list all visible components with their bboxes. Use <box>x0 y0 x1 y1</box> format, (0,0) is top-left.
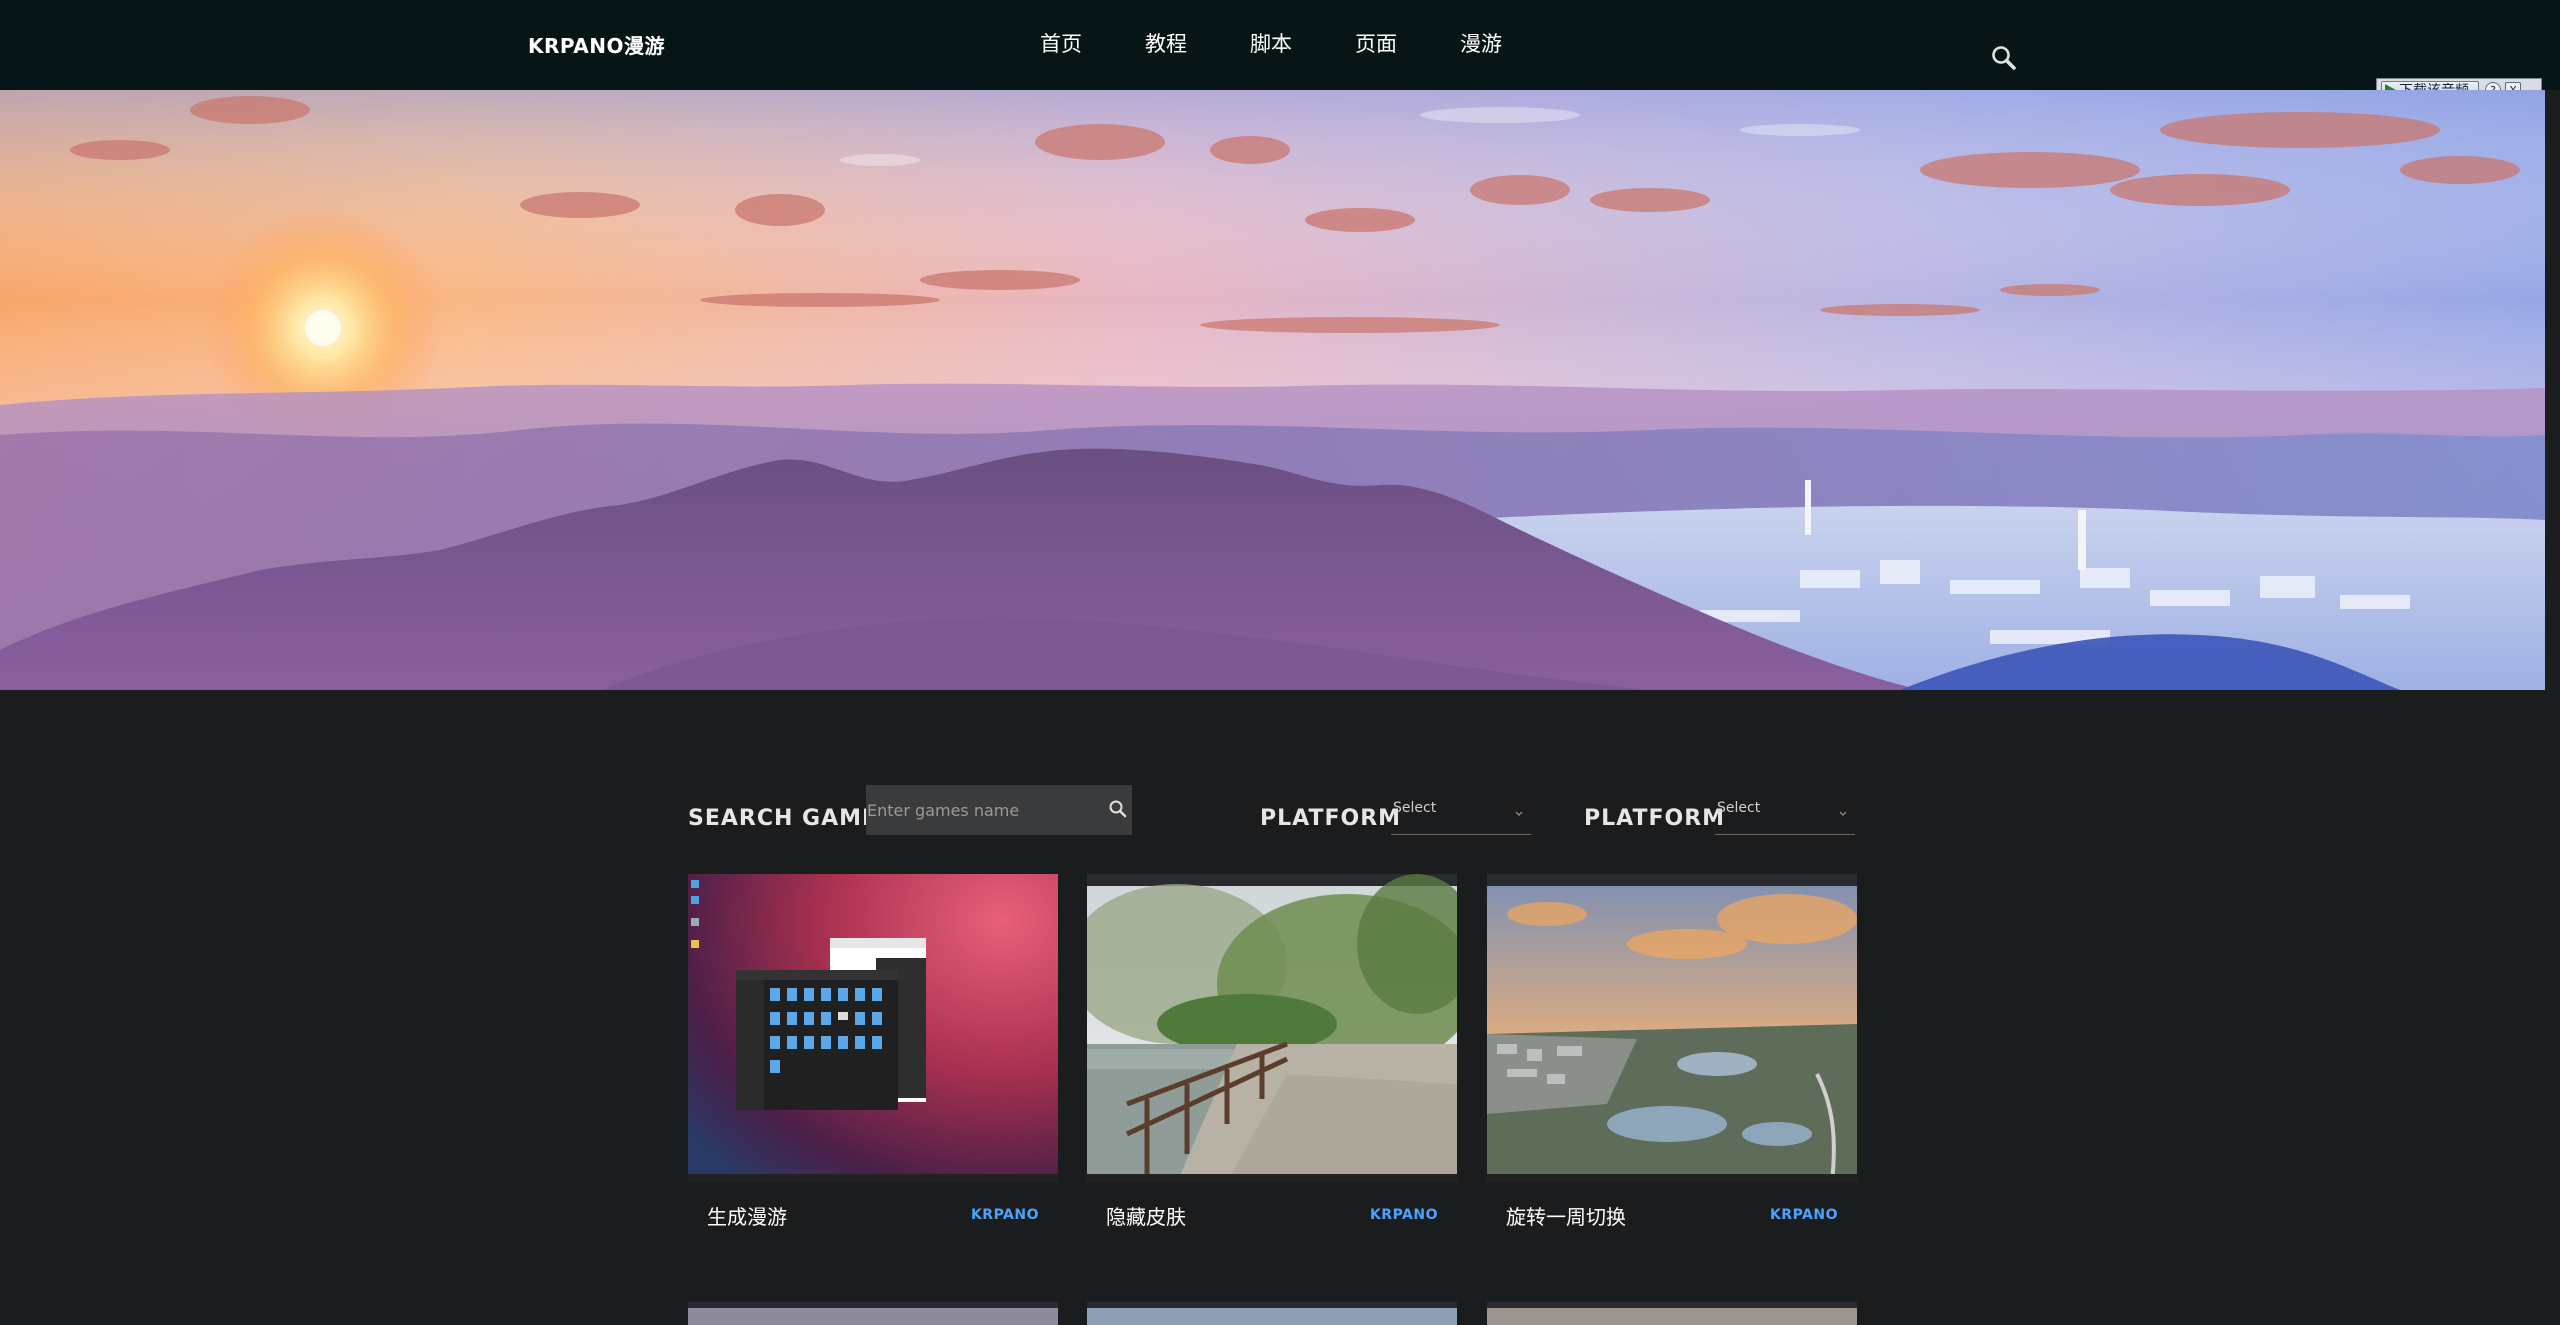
games-search-box <box>866 785 1132 835</box>
card-thumbnail-partial[interactable] <box>1087 1302 1457 1325</box>
card-title[interactable]: 旋转一周切换 <box>1506 1201 1626 1230</box>
nav-item-tours[interactable]: 漫游 <box>1460 28 1565 58</box>
search-games-label: SEARCH GAMES <box>688 806 895 831</box>
card-thumbnail[interactable] <box>1087 874 1457 1182</box>
platform-label-2: PLATFORM <box>1584 806 1726 831</box>
top-navigation-bar: KRPANO漫游 首页 教程 脚本 页面 漫游 <box>0 0 2560 90</box>
card-thumbnail-partial[interactable] <box>1487 1302 1857 1325</box>
card-tag[interactable]: KRPANO <box>1370 1207 1438 1223</box>
nav-item-tutorials[interactable]: 教程 <box>1145 28 1250 58</box>
nav-item-pages[interactable]: 页面 <box>1355 28 1460 58</box>
card-thumbnail[interactable] <box>688 874 1058 1182</box>
platform-label-1: PLATFORM <box>1260 806 1402 831</box>
platform-select-1[interactable]: Select <box>1391 785 1531 835</box>
search-icon[interactable] <box>1990 44 2018 72</box>
platform-select-2[interactable]: Select <box>1715 785 1855 835</box>
nav-item-home[interactable]: 首页 <box>1040 28 1145 58</box>
card-tag[interactable]: KRPANO <box>1770 1207 1838 1223</box>
platform-select-2-value: Select <box>1717 800 1761 816</box>
chevron-down-icon <box>1839 803 1847 816</box>
card-title[interactable]: 隐藏皮肤 <box>1106 1201 1186 1230</box>
site-logo[interactable]: KRPANO漫游 <box>528 30 665 59</box>
main-nav: 首页 教程 脚本 页面 漫游 <box>1040 28 1565 58</box>
search-icon[interactable] <box>1108 799 1128 819</box>
card-title[interactable]: 生成漫游 <box>707 1201 787 1230</box>
hero-panorama-image <box>0 90 2545 690</box>
platform-select-1-value: Select <box>1393 800 1437 816</box>
card-thumbnail[interactable] <box>1487 874 1857 1182</box>
chevron-down-icon <box>1515 803 1523 816</box>
nav-item-scripts[interactable]: 脚本 <box>1250 28 1355 58</box>
games-search-input[interactable] <box>866 785 1096 835</box>
hero-side-strip <box>2545 90 2560 690</box>
card-tag[interactable]: KRPANO <box>971 1207 1039 1223</box>
card-thumbnail-partial[interactable] <box>688 1302 1058 1325</box>
